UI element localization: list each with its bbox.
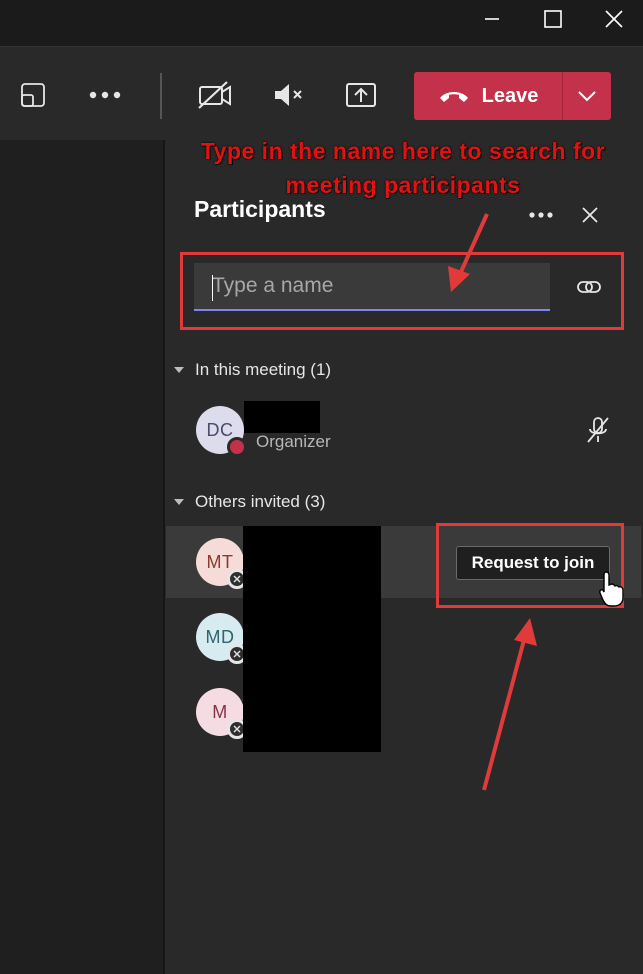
arrow-to-search bbox=[448, 213, 489, 292]
annotation-arrows bbox=[448, 213, 537, 791]
arrow-to-request-button bbox=[482, 618, 537, 791]
